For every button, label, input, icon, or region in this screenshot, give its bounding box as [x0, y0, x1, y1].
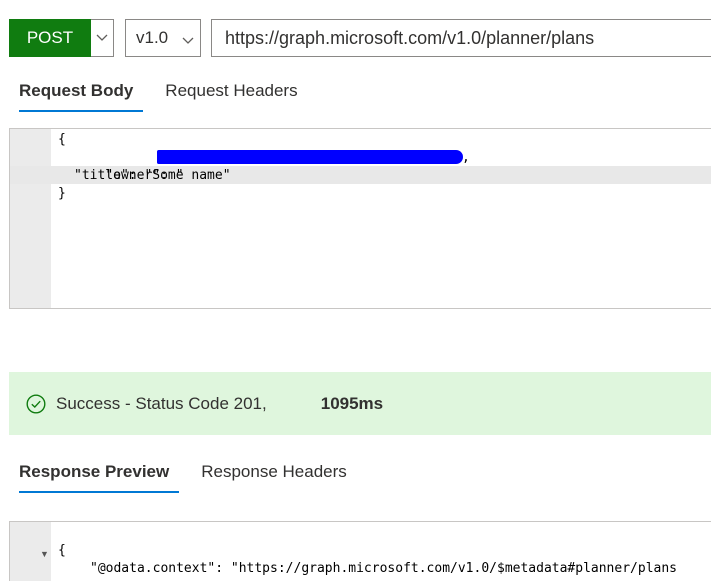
owner-tail: ,: [462, 150, 470, 165]
version-label: v1.0: [136, 28, 169, 47]
tab-request-headers[interactable]: Request Headers: [155, 72, 307, 110]
method-label: POST: [26, 28, 74, 47]
code-line: {: [58, 132, 66, 147]
code-line-title: "title": "Some name": [74, 168, 231, 183]
url-input[interactable]: [211, 19, 711, 57]
response-time: 1095ms: [320, 393, 384, 413]
tab-response-headers[interactable]: Response Headers: [191, 453, 357, 491]
check-circle-icon: [26, 393, 46, 414]
editor-gutter: [10, 129, 51, 308]
version-select[interactable]: v1.0: [125, 19, 201, 57]
code-line: }: [58, 186, 66, 201]
redaction-mark: [157, 150, 463, 164]
request-tabs: Request Body Request Headers: [9, 72, 320, 112]
fold-arrow-icon[interactable]: ▼: [40, 549, 49, 559]
response-tabs: Response Preview Response Headers: [9, 453, 369, 493]
code-line: {: [58, 543, 66, 558]
request-body-editor[interactable]: { "owner": " , "title": "Some name" }: [9, 128, 711, 309]
chevron-down-icon: [96, 34, 108, 41]
tab-response-preview[interactable]: Response Preview: [9, 453, 180, 493]
chevron-down-icon: [182, 30, 194, 50]
method-dropdown-toggle[interactable]: [91, 19, 114, 57]
tab-request-body[interactable]: Request Body: [9, 72, 144, 112]
status-bar: Success - Status Code 201, 1095ms: [9, 372, 711, 435]
status-message: Success - Status Code 201,: [56, 393, 267, 413]
response-preview-editor[interactable]: ▼ { "@odata.context": "https://graph.mic…: [9, 521, 711, 581]
method-button[interactable]: POST: [9, 19, 91, 57]
code-line-odata: "@odata.context": "https://graph.microso…: [90, 561, 677, 576]
